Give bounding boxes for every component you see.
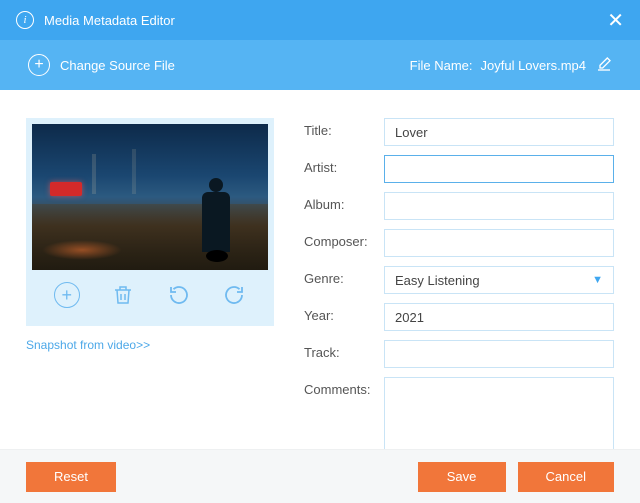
sub-header: + Change Source File File Name: Joyful L… — [0, 40, 640, 90]
field-comments: Comments: — [304, 377, 614, 455]
window-title: Media Metadata Editor — [44, 13, 607, 28]
artist-input[interactable] — [384, 155, 614, 183]
genre-select[interactable]: Easy Listening ▼ — [384, 266, 614, 294]
add-image-button[interactable]: + — [54, 282, 80, 308]
edit-filename-icon[interactable] — [596, 56, 612, 75]
track-input[interactable] — [384, 340, 614, 368]
chevron-down-icon: ▼ — [592, 274, 603, 286]
save-button[interactable]: Save — [418, 462, 506, 492]
file-name-value: Joyful Lovers.mp4 — [481, 58, 587, 73]
field-artist: Artist: — [304, 155, 614, 183]
video-thumbnail — [32, 124, 268, 270]
composer-input[interactable] — [384, 229, 614, 257]
track-label: Track: — [304, 340, 384, 360]
rotate-right-button[interactable] — [222, 283, 246, 307]
close-icon[interactable]: ✕ — [607, 8, 624, 33]
genre-value: Easy Listening — [395, 273, 480, 288]
album-label: Album: — [304, 192, 384, 212]
field-title: Title: — [304, 118, 614, 146]
file-name-label: File Name: — [410, 58, 473, 73]
comments-input[interactable] — [384, 377, 614, 455]
plus-circle-icon[interactable]: + — [28, 54, 50, 76]
comments-label: Comments: — [304, 377, 384, 397]
year-label: Year: — [304, 303, 384, 323]
title-input[interactable] — [384, 118, 614, 146]
rotate-left-button[interactable] — [167, 283, 191, 307]
field-year: Year: — [304, 303, 614, 331]
field-track: Track: — [304, 340, 614, 368]
genre-label: Genre: — [304, 266, 384, 286]
delete-image-button[interactable] — [111, 283, 135, 307]
title-label: Title: — [304, 118, 384, 138]
change-source-button[interactable]: Change Source File — [60, 58, 410, 73]
year-input[interactable] — [384, 303, 614, 331]
info-icon: i — [16, 11, 34, 29]
composer-label: Composer: — [304, 229, 384, 249]
field-composer: Composer: — [304, 229, 614, 257]
title-bar: i Media Metadata Editor ✕ — [0, 0, 640, 40]
thumbnail-toolbar: + — [32, 270, 268, 320]
reset-button[interactable]: Reset — [26, 462, 116, 492]
thumbnail-container: + — [26, 118, 274, 326]
field-album: Album: — [304, 192, 614, 220]
field-genre: Genre: Easy Listening ▼ — [304, 266, 614, 294]
footer: Reset Save Cancel — [0, 449, 640, 503]
artist-label: Artist: — [304, 155, 384, 175]
album-input[interactable] — [384, 192, 614, 220]
cancel-button[interactable]: Cancel — [518, 462, 614, 492]
snapshot-link[interactable]: Snapshot from video>> — [26, 338, 274, 352]
